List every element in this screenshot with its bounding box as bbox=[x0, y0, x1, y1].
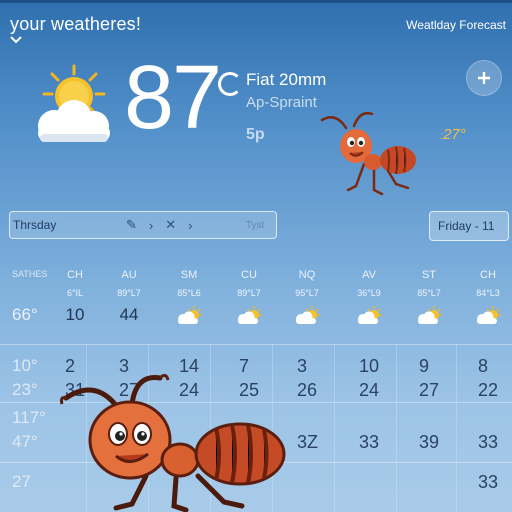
ant-mascot-large bbox=[60, 373, 286, 512]
table-cell: 22 bbox=[478, 380, 499, 400]
grid-column-divider bbox=[456, 344, 457, 512]
forecast-code: 85°L7 bbox=[417, 288, 441, 298]
grid-divider bbox=[0, 344, 512, 345]
table-cell: 33 bbox=[478, 472, 499, 492]
partly-cloudy-icon bbox=[339, 305, 399, 325]
forecast-day-label[interactable]: AV bbox=[339, 269, 399, 281]
forecast-day-label[interactable]: ST bbox=[399, 269, 459, 281]
partly-cloudy-icon bbox=[399, 305, 459, 325]
forecast-value: 44 bbox=[119, 305, 139, 324]
app-title[interactable]: your weatheres! bbox=[10, 14, 141, 35]
table-cell: 33 bbox=[478, 432, 499, 452]
table-cell: 10 bbox=[359, 356, 380, 376]
forecast-link[interactable]: Weatlday Forecast bbox=[406, 18, 506, 32]
table-cell: 33 bbox=[359, 432, 380, 452]
chevron-down-icon[interactable] bbox=[10, 36, 22, 44]
side-reading: :27° bbox=[440, 126, 466, 143]
edit-icon[interactable]: ✎ bbox=[126, 217, 137, 233]
grid-row-label-day: SATHES bbox=[12, 269, 48, 279]
day-dropdown[interactable]: Friday - 11 bbox=[429, 211, 509, 241]
grid-row-label-temp: 66° bbox=[12, 305, 38, 324]
day-dropdown-suffix: - 11 bbox=[474, 219, 495, 233]
forecast-code: 6°IL bbox=[66, 288, 84, 298]
table-cell: 9 bbox=[419, 356, 430, 376]
table-cell: 8 bbox=[478, 356, 489, 376]
day-bar-end-text: Tyst bbox=[246, 220, 265, 231]
table-row-label: 117° bbox=[12, 408, 46, 427]
forecast-day-label[interactable]: CH bbox=[45, 269, 105, 281]
top-accent-line bbox=[0, 0, 512, 3]
partly-cloudy-icon bbox=[159, 305, 219, 325]
table-cell: 24 bbox=[359, 380, 380, 400]
partly-cloudy-icon bbox=[219, 305, 279, 325]
forecast-day-label[interactable]: SM bbox=[159, 269, 219, 281]
chevron-right-icon[interactable]: › bbox=[188, 218, 192, 233]
forecast-code: 36°L9 bbox=[357, 288, 381, 298]
condition-secondary: Ap-Spraint bbox=[246, 94, 317, 111]
forecast-day-label[interactable]: NQ bbox=[277, 269, 337, 281]
forecast-code: 84°L3 bbox=[476, 288, 500, 298]
forecast-day-label[interactable]: CH bbox=[458, 269, 512, 281]
table-row-label: 27 bbox=[12, 472, 31, 491]
day-dropdown-value: Friday bbox=[438, 219, 472, 233]
forecast-code: 95°L7 bbox=[295, 288, 319, 298]
day-bar-controls: ✎ › ✕ › bbox=[126, 213, 193, 237]
degree-symbol bbox=[218, 72, 242, 96]
table-cell: 26 bbox=[297, 380, 318, 400]
table-cell: 3Z bbox=[297, 432, 319, 452]
side-reading-value: 27 bbox=[443, 126, 460, 143]
plus-icon bbox=[478, 72, 490, 84]
forecast-value: 10 bbox=[65, 305, 85, 324]
person-icon[interactable]: ✕ bbox=[165, 217, 176, 233]
table-row-label: 47° bbox=[12, 432, 38, 451]
add-location-button[interactable] bbox=[466, 60, 502, 96]
chevron-right-icon[interactable]: › bbox=[149, 218, 153, 233]
table-row-label: 23° bbox=[12, 380, 38, 399]
table-cell: 27 bbox=[419, 380, 440, 400]
side-reading-unit: ° bbox=[459, 126, 466, 143]
condition-small-text: 5p bbox=[246, 126, 265, 143]
forecast-day-label[interactable]: CU bbox=[219, 269, 279, 281]
table-cell: 3 bbox=[297, 356, 308, 376]
grid-column-divider bbox=[334, 344, 335, 512]
forecast-day-label[interactable]: AU bbox=[99, 269, 159, 281]
partly-cloudy-sun-icon bbox=[38, 64, 110, 142]
current-temperature: 87 bbox=[124, 48, 222, 148]
partly-cloudy-icon bbox=[277, 305, 337, 325]
partly-cloudy-icon bbox=[458, 305, 512, 325]
grid-column-divider bbox=[396, 344, 397, 512]
forecast-code: 85°L6 bbox=[177, 288, 201, 298]
forecast-code: 89°L7 bbox=[117, 288, 141, 298]
ant-mascot-small bbox=[320, 112, 416, 196]
day-selector-label: Thrsday bbox=[13, 218, 57, 232]
condition-primary: Fiat 20mm bbox=[246, 70, 327, 89]
forecast-code: 89°L7 bbox=[237, 288, 261, 298]
table-cell: 39 bbox=[419, 432, 440, 452]
table-row-label: 10° bbox=[12, 356, 38, 375]
